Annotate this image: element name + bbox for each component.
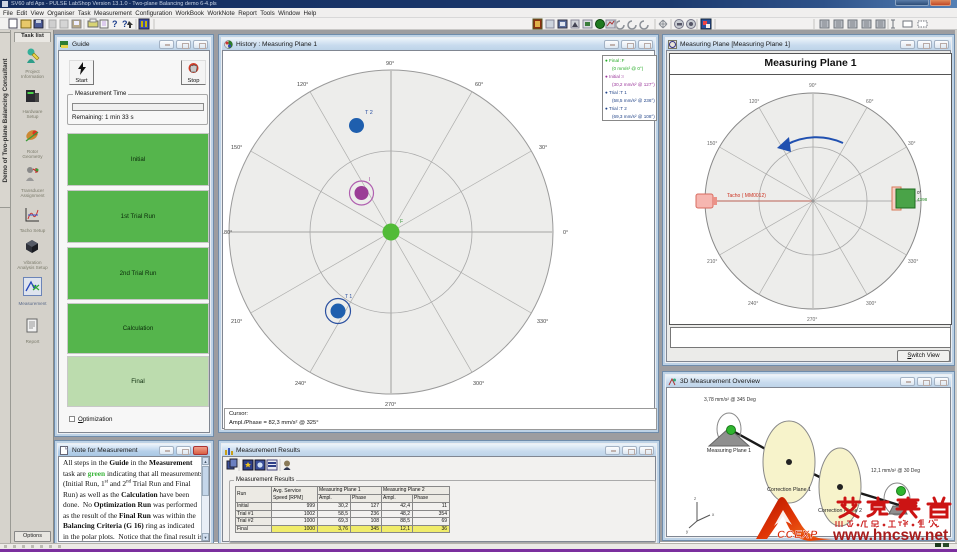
svg-text:?: ? — [122, 19, 128, 29]
svg-text:150°: 150° — [231, 145, 242, 151]
svg-text:F: F — [400, 219, 403, 225]
svg-text:300°: 300° — [866, 301, 876, 307]
svg-text:330°: 330° — [537, 319, 548, 325]
svg-text:Measuring Plane 1: Measuring Plane 1 — [707, 448, 751, 454]
svg-text:180°: 180° — [223, 230, 232, 236]
svg-text:120°: 120° — [749, 99, 759, 105]
svg-text:CCEXP: CCEXP — [777, 529, 818, 541]
svg-text:I: I — [369, 177, 370, 183]
svg-text:?: ? — [112, 19, 118, 29]
svg-text:270°: 270° — [807, 317, 817, 323]
svg-text:z: z — [694, 496, 697, 501]
svg-text:60°: 60° — [866, 99, 874, 105]
svg-text:4398: 4398 — [917, 197, 928, 202]
svg-text:www.hncsw.net: www.hncsw.net — [832, 527, 948, 544]
svg-text:120°: 120° — [297, 82, 308, 88]
svg-text:0°: 0° — [917, 190, 922, 195]
svg-text:Tacho ( MM0012): Tacho ( MM0012) — [727, 193, 766, 199]
svg-text:300°: 300° — [473, 381, 484, 387]
svg-text:x: x — [712, 512, 715, 517]
svg-text:60°: 60° — [475, 82, 483, 88]
svg-text:T 1: T 1 — [345, 294, 352, 300]
svg-text:30°: 30° — [908, 141, 916, 147]
svg-text:90°: 90° — [809, 83, 817, 89]
svg-text:210°: 210° — [707, 259, 717, 265]
svg-text:12,1 mm/s² @ 30 Deg: 12,1 mm/s² @ 30 Deg — [871, 468, 920, 474]
svg-text:30°: 30° — [539, 145, 547, 151]
svg-text:3,78 mm/s² @ 345 Deg: 3,78 mm/s² @ 345 Deg — [704, 397, 756, 403]
svg-text:150°: 150° — [707, 141, 717, 147]
svg-text:0°: 0° — [563, 230, 568, 236]
svg-text:y: y — [686, 529, 689, 534]
svg-text:90°: 90° — [386, 61, 394, 67]
svg-text:240°: 240° — [748, 301, 758, 307]
svg-text:240°: 240° — [295, 381, 306, 387]
svg-text:210°: 210° — [231, 319, 242, 325]
svg-text:330°: 330° — [908, 259, 918, 265]
svg-text:T 2: T 2 — [365, 110, 373, 116]
